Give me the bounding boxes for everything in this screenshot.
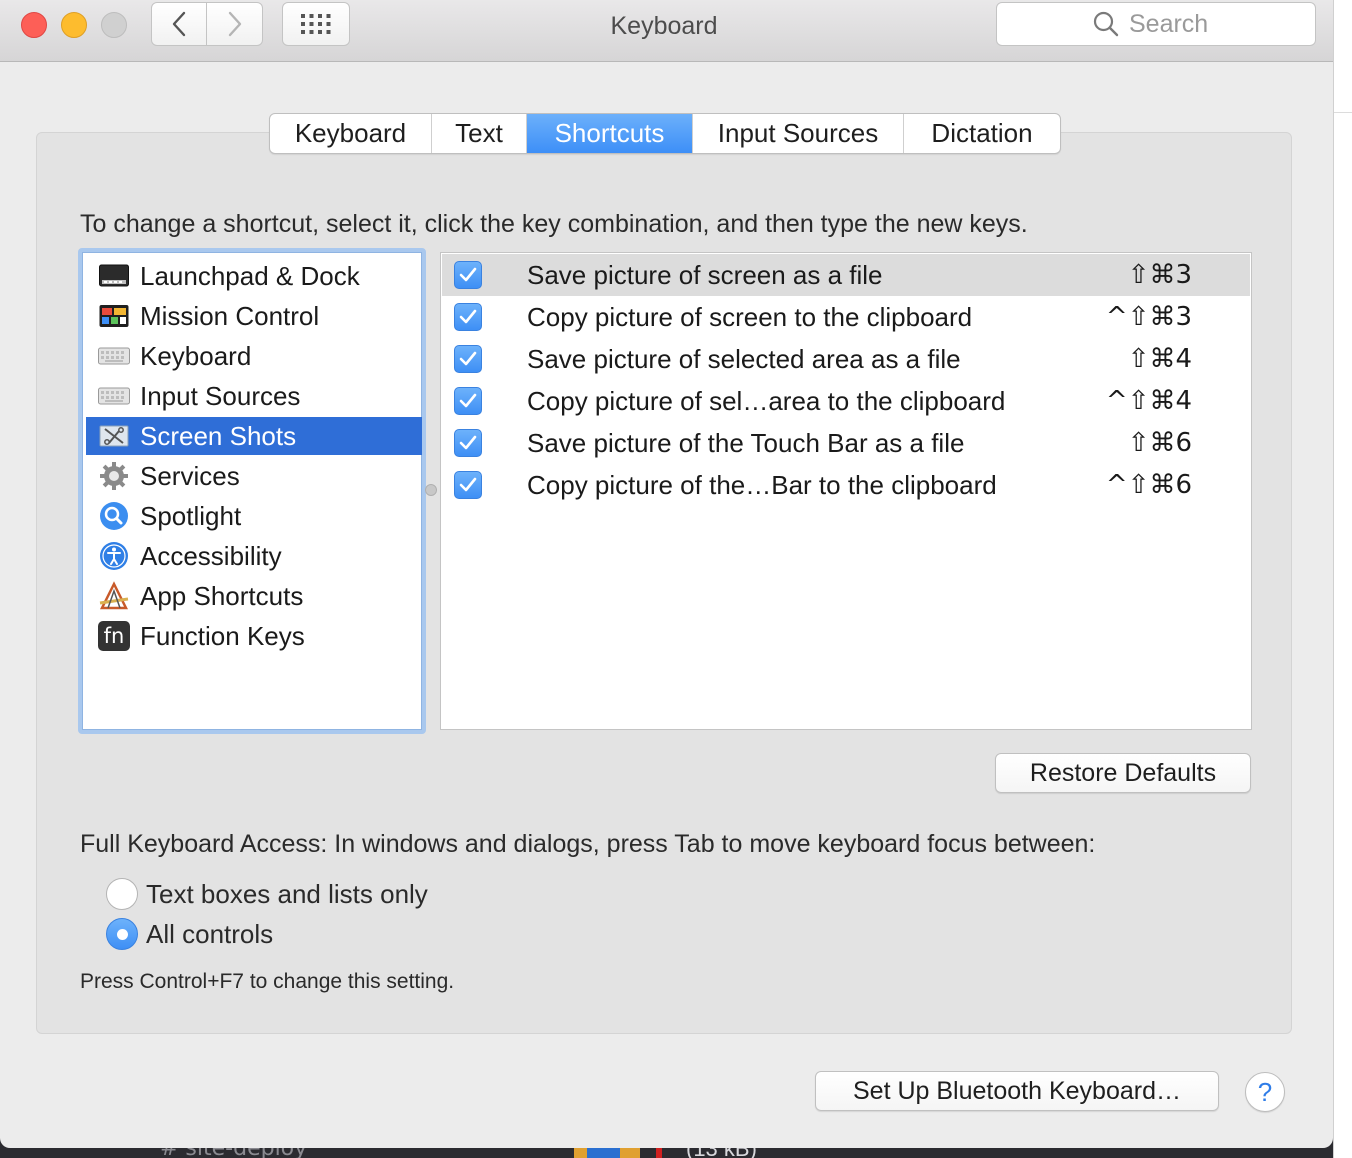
search-icon [1093, 11, 1119, 37]
tab-shortcuts[interactable]: Shortcuts [527, 114, 693, 153]
category-label: Keyboard [140, 340, 252, 371]
category-label: Screen Shots [140, 420, 297, 451]
instruction-text: To change a shortcut, select it, click t… [80, 210, 1028, 238]
shortcut-hint: Press Control+F7 to change this setting. [80, 970, 455, 993]
radio-button[interactable] [106, 918, 138, 950]
tab-text[interactable]: Text [432, 114, 527, 153]
accessibility-icon [98, 540, 130, 572]
mission-control-icon [98, 300, 130, 332]
tab-input-sources[interactable]: Input Sources [693, 114, 904, 153]
category-label: App Shortcuts [140, 580, 304, 611]
fn-key-icon: fn [98, 620, 130, 652]
shortcut-checkbox[interactable] [454, 429, 482, 457]
spotlight-icon [98, 500, 130, 532]
shortcut-row[interactable]: Save picture of screen as a file ⇧⌘3 [442, 254, 1250, 296]
category-item-accessibility[interactable]: Accessibility [86, 537, 422, 575]
launchpad-icon [98, 260, 130, 292]
radio-label: All controls [146, 918, 274, 949]
category-item-keyboard[interactable]: Keyboard [86, 337, 422, 375]
shortcut-label: Save picture of the Touch Bar as a file [527, 427, 965, 458]
category-item-services[interactable]: Services [86, 457, 422, 495]
tab-keyboard[interactable]: Keyboard [270, 114, 432, 153]
shortcut-checkbox[interactable] [454, 471, 482, 499]
category-item-function-keys[interactable]: fn Function Keys [86, 617, 422, 655]
checkmark-icon [459, 351, 477, 366]
category-list[interactable]: Launchpad & Dock Mission Control Keyboar… [78, 248, 426, 734]
shortcut-row[interactable]: Copy picture of sel…area to the clipboar… [442, 380, 1250, 422]
shortcut-row[interactable]: Copy picture of screen to the clipboard … [442, 296, 1250, 338]
shortcut-keys[interactable]: ⇧⌘3 [1128, 260, 1192, 290]
tab-bar: Keyboard Text Shortcuts Input Sources Di… [269, 113, 1061, 154]
category-item-screen-shots[interactable]: Screen Shots [86, 417, 422, 455]
radio-text-boxes-only[interactable]: Text boxes and lists only [106, 877, 428, 911]
shortcut-checkbox[interactable] [454, 303, 482, 331]
shortcut-checkbox[interactable] [454, 387, 482, 415]
shortcut-keys[interactable]: ^⇧⌘6 [1106, 470, 1192, 500]
radio-label: Text boxes and lists only [146, 878, 428, 909]
shortcut-keys[interactable]: ^⇧⌘3 [1106, 302, 1192, 332]
checkmark-icon [459, 435, 477, 450]
search-input[interactable] [1129, 9, 1219, 39]
shortcut-label: Save picture of screen as a file [527, 259, 883, 290]
checkmark-icon [459, 393, 477, 408]
radio-all-controls[interactable]: All controls [106, 917, 273, 951]
shortcut-label: Save picture of selected area as a file [527, 343, 961, 374]
shortcut-keys[interactable]: ^⇧⌘4 [1106, 386, 1192, 416]
category-label: Accessibility [140, 540, 282, 571]
category-label: Services [140, 460, 240, 491]
category-item-launchpad-dock[interactable]: Launchpad & Dock [86, 257, 422, 295]
shortcut-checkbox[interactable] [454, 261, 482, 289]
checkmark-icon [459, 309, 477, 324]
category-item-spotlight[interactable]: Spotlight [86, 497, 422, 535]
bluetooth-keyboard-button[interactable]: Set Up Bluetooth Keyboard… [815, 1071, 1219, 1111]
full-keyboard-access-text: Full Keyboard Access: In windows and dia… [80, 830, 1096, 858]
app-shortcuts-icon [98, 580, 130, 612]
input-sources-icon [98, 380, 130, 412]
split-view-handle[interactable] [425, 484, 437, 496]
shortcut-row[interactable]: Copy picture of the…Bar to the clipboard… [442, 464, 1250, 506]
screenshot-icon [98, 420, 130, 452]
category-label: Spotlight [140, 500, 242, 531]
shortcut-row[interactable]: Save picture of selected area as a file … [442, 338, 1250, 380]
shortcut-keys[interactable]: ⇧⌘4 [1128, 344, 1192, 374]
radio-button[interactable] [106, 878, 138, 910]
shortcut-keys[interactable]: ⇧⌘6 [1128, 428, 1192, 458]
shortcut-row[interactable]: Save picture of the Touch Bar as a file … [442, 422, 1250, 464]
checkmark-icon [459, 267, 477, 282]
checkmark-icon [459, 477, 477, 492]
keyboard-icon [98, 340, 130, 372]
shortcut-checkbox[interactable] [454, 345, 482, 373]
preferences-window: Keyboard Keyboard Text Shortcuts Input S… [0, 0, 1333, 1148]
search-field[interactable] [996, 2, 1316, 46]
category-item-app-shortcuts[interactable]: App Shortcuts [86, 577, 422, 615]
gear-icon [98, 460, 130, 492]
category-label: Function Keys [140, 620, 305, 651]
category-item-mission-control[interactable]: Mission Control [86, 297, 422, 335]
category-label: Input Sources [140, 380, 301, 411]
tab-dictation[interactable]: Dictation [904, 114, 1060, 153]
help-button[interactable]: ? [1245, 1072, 1285, 1112]
restore-defaults-button[interactable]: Restore Defaults [995, 753, 1251, 793]
background-window-edge [1333, 0, 1352, 1158]
shortcut-label: Copy picture of screen to the clipboard [527, 301, 973, 332]
title-bar: Keyboard [0, 0, 1333, 62]
category-item-input-sources[interactable]: Input Sources [86, 377, 422, 415]
category-label: Launchpad & Dock [140, 260, 360, 291]
shortcut-label: Copy picture of the…Bar to the clipboard [527, 469, 997, 500]
category-label: Mission Control [140, 300, 320, 331]
shortcut-list[interactable]: Save picture of screen as a file ⇧⌘3 Cop… [440, 252, 1252, 730]
shortcut-label: Copy picture of sel…area to the clipboar… [527, 385, 1006, 416]
